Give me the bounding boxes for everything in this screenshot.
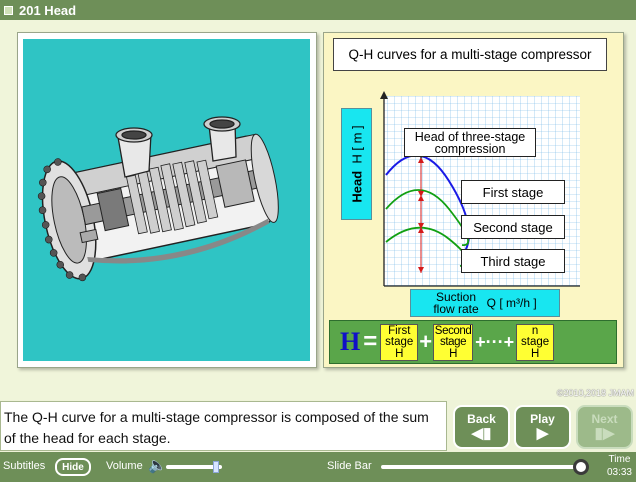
back-button-label: Back xyxy=(467,412,496,426)
label-third-stage: Third stage xyxy=(461,249,565,273)
term3-line3: H xyxy=(530,347,540,360)
play-arrow-icon: ▶ xyxy=(536,425,549,442)
copyright-notice: ©2010,2018 JMAM xyxy=(556,388,634,398)
formula-plus: + xyxy=(419,329,433,354)
play-button[interactable]: Play ▶ xyxy=(514,405,571,449)
head-formula: H = First stage H + Second stage H +···+… xyxy=(329,320,617,364)
formula-equals: = xyxy=(363,328,378,355)
formula-term-second-stage: Second stage H xyxy=(433,323,474,361)
term3-line2: stage xyxy=(521,336,550,348)
slide-bar-thumb[interactable] xyxy=(573,459,589,475)
back-button[interactable]: Back ◀▮ xyxy=(453,405,510,449)
window-square-icon xyxy=(4,5,13,15)
volume-slider-thumb[interactable] xyxy=(213,461,220,473)
y-axis-arrow xyxy=(380,91,388,99)
term1-line2: stage xyxy=(385,336,414,348)
compressor-cutaway-illustration xyxy=(37,116,279,282)
player-control-bar: Subtitles Hide Volume 🔈 Slide Bar Time 0… xyxy=(0,452,636,482)
formula-ellipsis: +···+ xyxy=(475,331,515,352)
next-button[interactable]: Next ▮▶ xyxy=(576,405,633,449)
speaker-icon[interactable]: 🔈 xyxy=(148,456,167,474)
x-axis-unit: Q [ m³/h ] xyxy=(486,296,537,310)
next-arrow-icon: ▮▶ xyxy=(594,425,615,442)
x-axis-label: Suction flow rate Q [ m³/h ] xyxy=(410,289,560,317)
y-axis-unit: H [ m ] xyxy=(349,125,364,164)
slide-title: 201 Head xyxy=(19,2,77,18)
title-bar: 201 Head xyxy=(0,0,636,20)
next-button-label: Next xyxy=(591,412,618,426)
slide-bar-label: Slide Bar xyxy=(327,460,372,472)
hide-subtitles-button[interactable]: Hide xyxy=(55,458,91,476)
slide-stage: Q-H curves for a multi-stage compressor xyxy=(0,20,636,400)
chart-panel: Q-H curves for a multi-stage compressor xyxy=(323,32,624,368)
term1-line3: H xyxy=(395,347,404,360)
time-value: 03:33 xyxy=(606,467,632,478)
label-first-stage: First stage xyxy=(461,180,565,204)
y-axis-label: Head H [ m ] xyxy=(341,108,372,220)
formula-symbol-h: H xyxy=(340,327,361,356)
illustration-panel xyxy=(17,32,317,368)
callout-head-three-stage: Head of three-stage compression xyxy=(404,128,536,157)
subtitles-label: Subtitles xyxy=(3,460,46,472)
x-axis-title-line2: flow rate xyxy=(433,302,479,316)
term2-line2: stage xyxy=(440,336,467,348)
formula-term-first-stage: First stage H xyxy=(380,323,419,361)
y-axis-title: Head xyxy=(349,170,364,203)
back-arrow-icon: ◀▮ xyxy=(471,425,492,442)
illustration-background xyxy=(23,39,310,361)
time-display: Time 03:33 xyxy=(607,453,632,479)
callout-line-2: compression xyxy=(434,142,506,156)
volume-label: Volume xyxy=(106,460,143,472)
label-second-stage: Second stage xyxy=(461,215,565,239)
play-button-label: Play xyxy=(530,412,555,426)
subtitle-box: The Q-H curve for a multi-stage compress… xyxy=(0,401,447,451)
term2-line3: H xyxy=(449,347,458,360)
slide-bar-track[interactable] xyxy=(381,465,581,469)
time-label: Time xyxy=(608,454,631,465)
formula-term-n-stage: n stage H xyxy=(516,323,555,361)
